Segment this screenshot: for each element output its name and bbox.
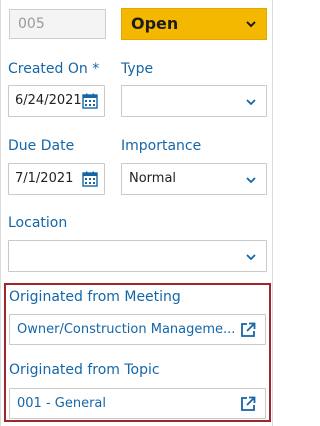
type-label: Type [121,61,154,77]
calendar-icon[interactable] [82,93,98,109]
external-link-icon[interactable] [240,396,256,412]
status-value: Open [131,14,179,33]
external-link-icon[interactable] [240,322,256,338]
originated-topic-link[interactable]: 001 - General [9,388,266,419]
created-on-date-field[interactable]: 6/24/2021 [8,85,105,117]
importance-value: Normal [129,171,177,186]
type-dropdown[interactable] [121,85,267,117]
chevron-down-icon [246,254,256,261]
item-detail-panel: 005 Open Created On * Type 6/24/2021 Due… [0,0,273,426]
importance-label: Importance [121,138,202,154]
originated-topic-value[interactable]: 001 - General [17,389,243,418]
calendar-icon[interactable] [82,171,98,187]
originated-meeting-value[interactable]: Owner/Construction Manageme... [17,315,243,344]
originated-meeting-label: Originated from Meeting [9,289,181,305]
originated-topic-label: Originated from Topic [9,362,160,378]
created-on-value: 6/24/2021 [15,93,82,108]
importance-dropdown[interactable]: Normal [121,163,267,195]
created-on-label: Created On * [8,61,100,77]
due-date-label: Due Date [8,138,75,154]
location-dropdown[interactable] [8,240,267,272]
due-date-field[interactable]: 7/1/2021 [8,163,105,195]
status-dropdown[interactable]: Open [121,8,267,40]
originated-meeting-link[interactable]: Owner/Construction Manageme... [9,314,266,345]
chevron-down-icon [246,99,256,106]
location-label: Location [8,215,68,231]
chevron-down-icon [246,21,256,28]
item-number-field: 005 [9,9,106,39]
chevron-down-icon [246,177,256,184]
due-date-value: 7/1/2021 [15,171,74,186]
